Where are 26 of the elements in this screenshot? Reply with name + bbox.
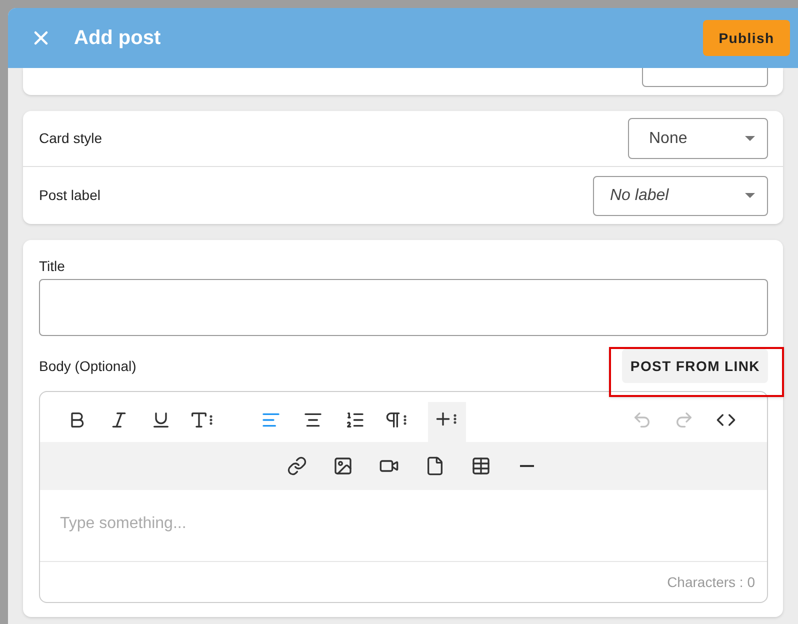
dialog-title: Add post	[74, 26, 161, 51]
post-from-link-button[interactable]: POST FROM LINK	[622, 349, 768, 383]
table-icon	[470, 456, 490, 476]
field-label: Body (Optional)	[39, 357, 136, 376]
field-label: Card style	[39, 129, 102, 148]
underline-icon	[151, 410, 171, 430]
title-field[interactable]	[39, 279, 768, 336]
body-editor[interactable]: Type something...	[60, 512, 747, 536]
horizontal-rule-icon	[520, 465, 534, 467]
file-icon	[424, 456, 444, 476]
card-style-select[interactable]: None	[628, 118, 768, 159]
insert-button[interactable]	[428, 402, 466, 442]
image-icon	[332, 456, 352, 476]
post-label-select[interactable]: No label	[593, 176, 768, 216]
text-size-icon	[189, 410, 209, 430]
undo-icon	[632, 410, 652, 430]
redo-icon	[674, 410, 694, 430]
field-label: Post label	[39, 186, 100, 205]
caret-icon	[745, 136, 755, 141]
field-label: Title	[39, 257, 66, 276]
dropdown-outline[interactable]	[642, 68, 768, 87]
numbered-list-icon	[345, 410, 365, 430]
publish-button[interactable]: Publish	[703, 20, 790, 56]
link-icon	[286, 456, 306, 476]
character-counter: Characters : 0	[667, 572, 755, 592]
caret-icon	[745, 193, 755, 198]
